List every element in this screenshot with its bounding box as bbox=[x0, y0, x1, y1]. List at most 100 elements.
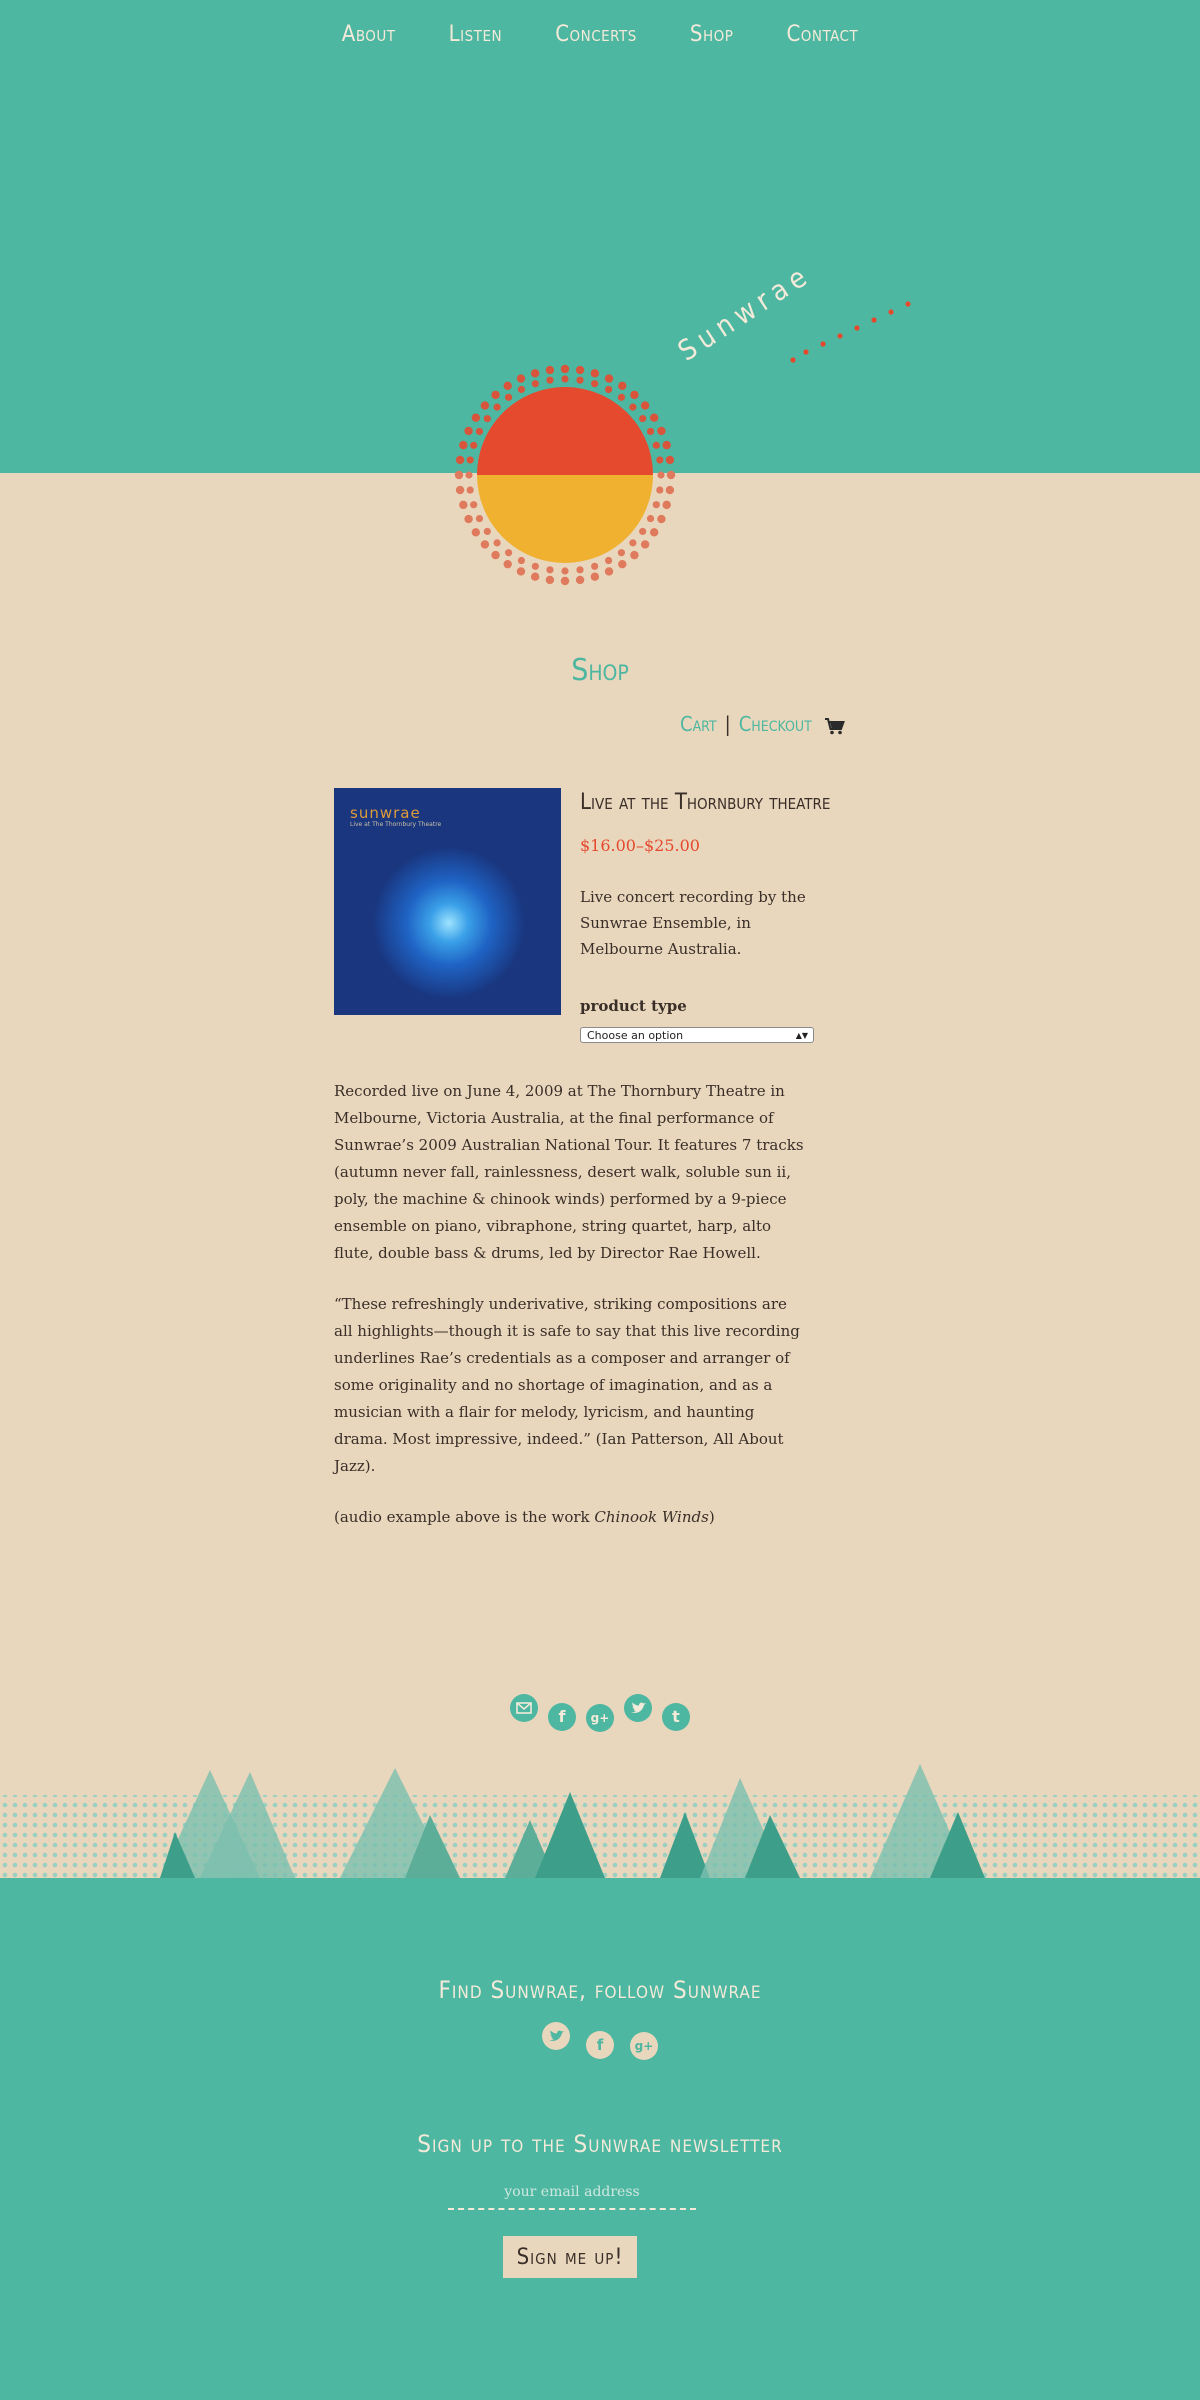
sun-ring-dot bbox=[454, 470, 464, 480]
sun-ring-dot bbox=[475, 514, 484, 523]
sun-ring-dot bbox=[517, 556, 526, 565]
sun-ring-dot bbox=[666, 470, 676, 480]
sun-ring-dot bbox=[504, 549, 513, 557]
sun-ring-dot bbox=[517, 385, 526, 394]
description-paragraph-2: “These refreshingly underivative, striki… bbox=[334, 1295, 800, 1475]
sun-ring-dot bbox=[465, 471, 473, 479]
twitter-icon[interactable] bbox=[542, 2022, 570, 2050]
signup-button[interactable]: Sign me up! bbox=[503, 2236, 637, 2278]
product-type-label: product type bbox=[580, 997, 687, 1015]
sun-ring-dot bbox=[516, 567, 526, 576]
email-icon[interactable] bbox=[510, 1694, 538, 1722]
sun-ring-dot bbox=[618, 381, 627, 391]
sun-ring-dot bbox=[470, 441, 478, 449]
sun-ring-dot bbox=[604, 556, 613, 565]
sun-ring-dot bbox=[591, 562, 599, 570]
sun-ring-dot bbox=[604, 567, 614, 576]
product-description: Recorded live on June 4, 2009 at The Tho… bbox=[334, 1078, 804, 1555]
mountains-illustration bbox=[0, 1764, 1200, 1880]
sun-ring-dot bbox=[545, 365, 555, 375]
cart-link[interactable]: Cart bbox=[680, 712, 717, 736]
nav-contact[interactable]: Contact bbox=[786, 22, 858, 47]
sun-ring-dot bbox=[504, 393, 513, 401]
sun-ring-dot bbox=[639, 527, 647, 536]
sun-ring-dot bbox=[617, 393, 626, 401]
tumblr-icon[interactable]: t bbox=[662, 1703, 690, 1731]
sun-ring-dot bbox=[652, 501, 660, 509]
sun-ring-dot bbox=[546, 566, 554, 574]
sun-ring-dot bbox=[646, 514, 655, 523]
sun-ring-dot bbox=[483, 414, 491, 423]
sun-ring-dot bbox=[530, 572, 540, 581]
twitter-icon[interactable] bbox=[624, 1694, 652, 1722]
facebook-icon[interactable]: f bbox=[586, 2031, 614, 2059]
sun-ring-dot bbox=[662, 440, 671, 450]
description-paragraph-1: Recorded live on June 4, 2009 at The Tho… bbox=[334, 1082, 804, 1262]
sun-ring-dot bbox=[491, 550, 500, 560]
sun-ring-dot bbox=[576, 376, 584, 384]
sun-ring-dot bbox=[657, 426, 666, 436]
sun-ring-dot bbox=[464, 426, 473, 436]
sun-disc bbox=[477, 387, 653, 563]
sun-ring-dot bbox=[561, 375, 569, 383]
sun-ring-dot bbox=[491, 390, 500, 400]
sun-ring-dot bbox=[480, 540, 490, 549]
sun-ring-dot bbox=[590, 369, 600, 378]
checkout-link[interactable]: Checkout bbox=[739, 712, 812, 736]
sun-ring-dot bbox=[493, 539, 501, 547]
select-value: Choose an option bbox=[587, 1029, 684, 1042]
page-title: Shop bbox=[571, 653, 629, 688]
sun-ring-dot bbox=[546, 376, 554, 384]
sun-ring-dot bbox=[560, 576, 570, 586]
sun-ring-dot bbox=[665, 485, 675, 495]
sun-ring-dot bbox=[639, 414, 647, 423]
sun-ring-dot bbox=[657, 514, 666, 524]
product-type-select[interactable]: Choose an option ▲▼ bbox=[580, 1027, 814, 1043]
sun-ring-dot bbox=[640, 401, 650, 410]
sun-ring-dot bbox=[483, 527, 491, 536]
sun-ring-dot bbox=[516, 374, 526, 383]
sun-logo[interactable] bbox=[450, 360, 680, 590]
facebook-icon[interactable]: f bbox=[548, 1703, 576, 1731]
nav-shop[interactable]: Shop bbox=[690, 22, 733, 47]
google-plus-icon[interactable]: g+ bbox=[630, 2032, 658, 2060]
description-paragraph-3: (audio example above is the work Chinook… bbox=[334, 1504, 804, 1531]
sun-ring-dot bbox=[630, 550, 639, 560]
sun-ring-dot bbox=[503, 381, 512, 391]
select-arrows-icon: ▲▼ bbox=[795, 1031, 808, 1040]
sun-ring-dot bbox=[629, 539, 637, 547]
album-cover-art bbox=[374, 848, 524, 998]
cart-links: Cart | Checkout bbox=[680, 712, 846, 736]
sun-ring-dot bbox=[493, 403, 501, 411]
cart-icon[interactable] bbox=[824, 717, 846, 735]
sun-ring-dot bbox=[503, 559, 512, 569]
nav-about[interactable]: About bbox=[342, 22, 396, 47]
note-prefix: (audio example above is the work bbox=[334, 1508, 595, 1526]
google-plus-icon[interactable]: g+ bbox=[586, 1704, 614, 1732]
sun-ring-dot bbox=[649, 413, 659, 422]
nav-concerts[interactable]: Concerts bbox=[555, 22, 637, 47]
album-cover-subtitle: Live at The Thornbury Theatre bbox=[350, 821, 442, 828]
sun-ring-dot bbox=[656, 486, 664, 494]
nav-listen[interactable]: Listen bbox=[449, 22, 502, 47]
sun-ring-dot bbox=[480, 401, 490, 410]
sun-ring-dot bbox=[455, 455, 465, 465]
sun-ring-dot bbox=[662, 500, 671, 510]
sun-ring-dot bbox=[560, 364, 570, 374]
sun-ring-dot bbox=[657, 471, 665, 479]
sun-ring-dot bbox=[640, 540, 650, 549]
note-work-title: Chinook Winds bbox=[594, 1508, 709, 1526]
product-title: Live at the Thornbury theatre bbox=[580, 790, 831, 815]
sun-ring-dot bbox=[604, 385, 613, 394]
brand-dots-trail bbox=[790, 301, 911, 363]
email-field[interactable] bbox=[448, 2176, 696, 2210]
sun-ring-dot bbox=[455, 485, 465, 495]
sun-ring-dot bbox=[618, 559, 627, 569]
album-cover[interactable]: sunwrae Live at The Thornbury Theatre bbox=[334, 788, 561, 1015]
album-cover-title: sunwrae bbox=[350, 804, 421, 822]
sun-ring-dot bbox=[656, 456, 664, 464]
sun-ring-dot bbox=[471, 528, 481, 537]
sun-ring-dot bbox=[629, 403, 637, 411]
sun-ring-dot bbox=[576, 566, 584, 574]
sun-ring-dot bbox=[459, 440, 468, 450]
